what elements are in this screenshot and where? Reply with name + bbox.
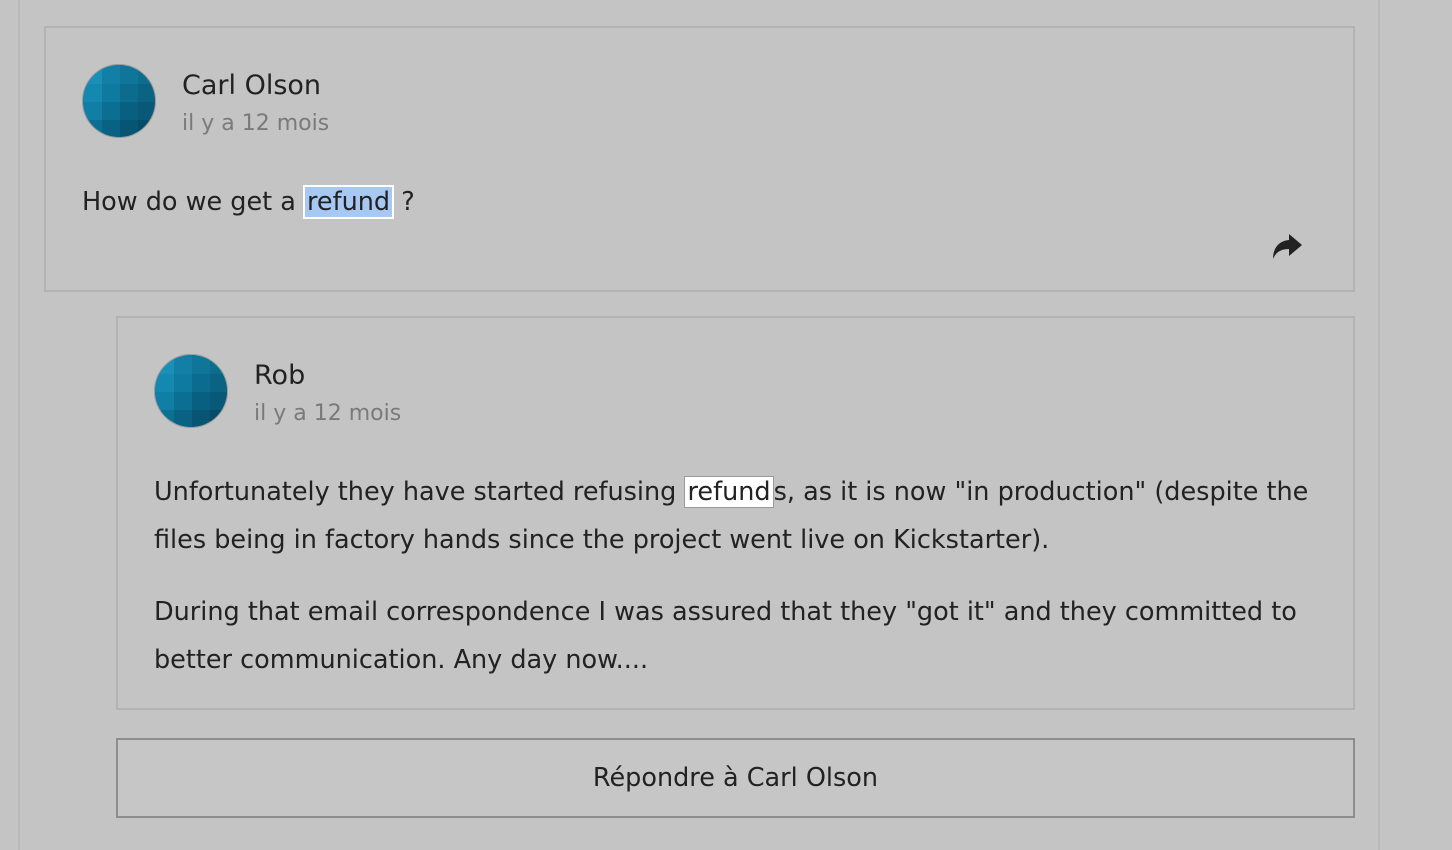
avatar-tile-icon[interactable] [154,354,228,428]
reply-text: Unfortunately they have started refusing [154,477,685,507]
reply-paragraph: Unfortunately they have started refusing… [154,468,1324,564]
reply-body: Unfortunately they have started refusing… [154,468,1324,708]
reply-timestamp: il y a 12 mois [254,401,402,426]
comment-timestamp: il y a 12 mois [182,111,330,136]
reply-paragraph: During that email correspondence I was a… [154,597,1297,675]
reply-button[interactable]: Répondre à Carl Olson [116,738,1355,818]
comment-card [44,26,1355,292]
share-arrow-icon[interactable] [1270,230,1304,262]
comment-author[interactable]: Carl Olson [182,70,321,102]
reply-author[interactable]: Rob [254,360,305,392]
highlighted-search-term: refund [684,476,774,508]
avatar-tile-icon[interactable] [82,64,156,138]
comment-body: How do we get a refund ? [82,178,1282,226]
highlighted-search-term: refund [302,185,395,219]
comment-text: ? [393,187,415,217]
comment-text: How do we get a [82,187,304,217]
